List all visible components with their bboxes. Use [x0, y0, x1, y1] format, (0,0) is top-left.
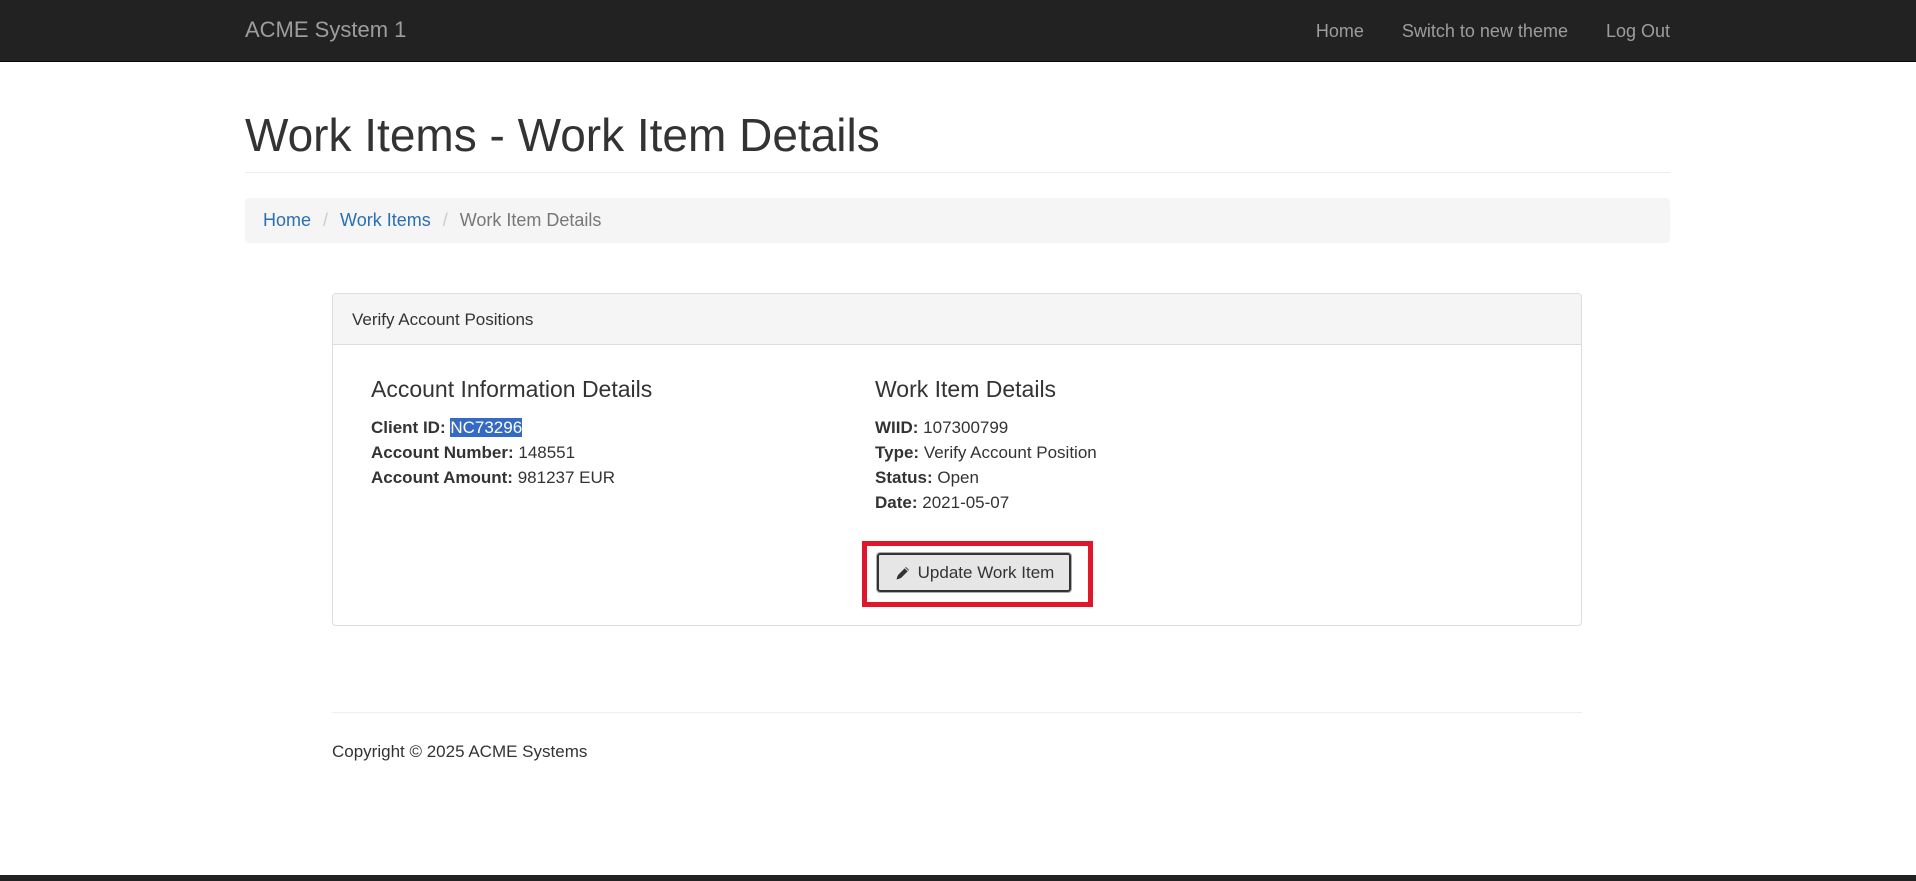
nav-links: Home Switch to new theme Log Out [1278, 20, 1670, 42]
work-item-details-title: Work Item Details [875, 376, 1057, 402]
account-number-value: 148551 [518, 443, 576, 462]
top-navbar: ACME System 1 Home Switch to new theme L… [0, 0, 1916, 62]
update-work-item-button[interactable]: Update Work Item [876, 552, 1072, 593]
account-info-section: Account Information Details Client ID: N… [371, 375, 652, 490]
account-amount-value: 981237 EUR [517, 468, 616, 487]
work-item-details-section: Work Item Details WIID: 107300799 Type: … [875, 375, 1097, 515]
update-work-item-label: Update Work Item [917, 562, 1055, 582]
field-label: Account Amount: [371, 468, 513, 487]
date-field: Date: 2021-05-07 [875, 490, 1097, 515]
nav-home-link[interactable]: Home [1316, 20, 1364, 42]
field-label: Date: [875, 493, 918, 512]
date-value: 2021-05-07 [922, 493, 1010, 512]
breadcrumb-work-items-link[interactable]: Work Items [340, 210, 431, 231]
nav-logout-link[interactable]: Log Out [1606, 20, 1670, 42]
client-id-value[interactable]: NC73296 [450, 418, 523, 437]
page-title: Work Items - Work Item Details [245, 109, 880, 161]
brand-link[interactable]: ACME System 1 [245, 17, 406, 43]
footer-divider [332, 712, 1582, 713]
status-field: Status: Open [875, 465, 1097, 490]
breadcrumb-separator: / [442, 210, 448, 230]
type-value: Verify Account Position [923, 443, 1097, 462]
account-number-field: Account Number: 148551 [371, 440, 652, 465]
breadcrumb-current: Work Item Details [459, 210, 602, 230]
field-label: Account Number: [371, 443, 514, 462]
panel-heading: Verify Account Positions [333, 294, 1581, 345]
account-amount-field: Account Amount: 981237 EUR [371, 465, 652, 490]
breadcrumb-separator: / [323, 210, 329, 230]
breadcrumb: Home / Work Items / Work Item Details [245, 198, 1670, 243]
field-label: Type: [875, 443, 920, 462]
type-field: Type: Verify Account Position [875, 440, 1097, 465]
field-label: WIID: [875, 418, 919, 437]
bottom-bar [0, 875, 1916, 881]
breadcrumb-home-link[interactable]: Home [263, 210, 311, 231]
page-header: Work Items - Work Item Details [245, 105, 1670, 173]
pencil-icon [894, 564, 912, 582]
field-label: Status: [875, 468, 933, 487]
client-id-field: Client ID: NC73296 [371, 415, 652, 440]
copyright-text: Copyright © 2025 ACME Systems [332, 742, 588, 761]
field-label: Client ID: [371, 418, 446, 437]
nav-switch-theme-link[interactable]: Switch to new theme [1402, 20, 1568, 42]
status-value: Open [937, 468, 979, 487]
wiid-value: 107300799 [923, 418, 1009, 437]
account-info-title: Account Information Details [371, 376, 653, 402]
wiid-field: WIID: 107300799 [875, 415, 1097, 440]
